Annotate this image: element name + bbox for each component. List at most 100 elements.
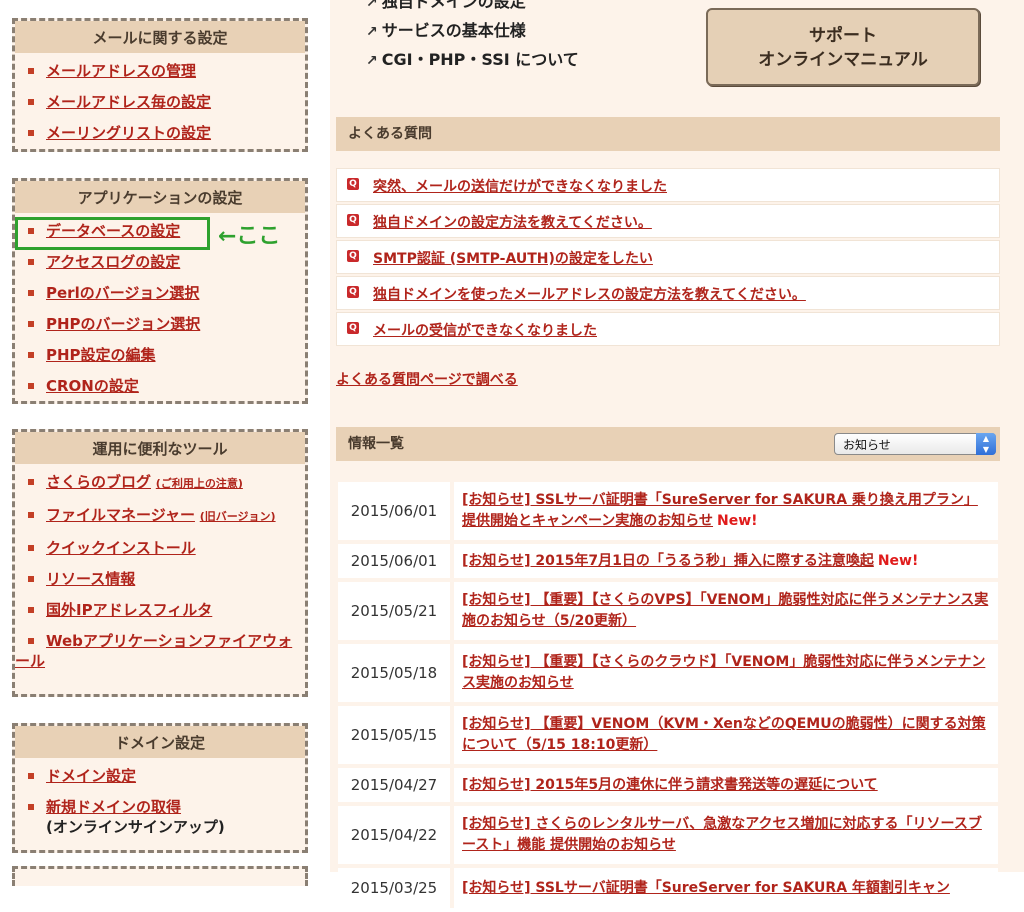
question-icon: Q [347, 214, 359, 226]
sidebar-item-waf[interactable]: Webアプリケーションファイアウォール [15, 631, 305, 671]
sidebar-link[interactable]: さくらのブログ [46, 473, 151, 491]
main-content: ↗ 独自ドメインの設定 ↗ サービスの基本仕様 ↗ CGI・PHP・SSI について … [330, 0, 1024, 908]
news-row: 2015/04/22 [お知らせ] さくらのレンタルサーバ、急激なアクセス増加に対… [338, 806, 998, 864]
sidebar: メールに関する設定 メールアドレスの管理 メールアドレス毎の設定 メーリングリス… [0, 0, 318, 886]
faq-link[interactable]: 突然、メールの送信だけができなくなりました [373, 176, 667, 196]
new-badge: New! [717, 513, 758, 529]
faq-item[interactable]: Q 独自ドメインの設定方法を教えてください。 [336, 204, 1000, 238]
news-date: 2015/06/01 [338, 482, 450, 540]
sidebar-item-mail-address-management[interactable]: メールアドレスの管理 [15, 61, 305, 81]
faq-list: Q 突然、メールの送信だけができなくなりました Q 独自ドメインの設定方法を教えてく… [336, 168, 1000, 348]
sidebar-link[interactable]: CRONの設定 [46, 377, 139, 395]
news-row: 2015/04/27 [お知らせ] 2015年5月の連休に伴う請求書発送等の遅延に… [338, 768, 998, 802]
new-domain-note: (オンラインサインアップ) [46, 818, 225, 836]
news-link[interactable]: [お知らせ] SSLサーバ証明書「SureServer for SAKURA 年… [462, 880, 950, 896]
news-table: 2015/06/01 [お知らせ] SSLサーバ証明書「SureServer fo… [338, 478, 998, 912]
news-link[interactable]: [お知らせ] 【重要】【さくらのVPS】「VENOM」脆弱性対応に伴うメンテナン… [462, 592, 988, 629]
bullet-icon [28, 290, 34, 296]
sidebar-link[interactable]: Perlのバージョン選択 [46, 284, 199, 302]
news-link[interactable]: [お知らせ] 【重要】【さくらのクラウド】「VENOM」脆弱性対応に伴うメンテナ… [462, 654, 985, 691]
sidebar-link[interactable]: PHP設定の編集 [46, 346, 156, 364]
news-link[interactable]: [お知らせ] 2015年7月1日の「うるう秒」挿入に際する注意喚起 [462, 553, 874, 569]
next-box-partial [12, 866, 308, 886]
mail-settings-box: メールに関する設定 メールアドレスの管理 メールアドレス毎の設定 メーリングリス… [12, 18, 308, 152]
sidebar-item-domain-setting[interactable]: ドメイン設定 [15, 766, 305, 786]
sidebar-link[interactable]: PHPのバージョン選択 [46, 315, 200, 333]
news-date: 2015/03/25 [338, 868, 450, 908]
news-row: 2015/06/01 [お知らせ] SSLサーバ証明書「SureServer fo… [338, 482, 998, 540]
blog-note-link[interactable]: (ご利用上の注意) [156, 473, 243, 491]
faq-item[interactable]: Q 独自ドメインを使ったメールアドレスの設定方法を教えてください。 [336, 276, 1000, 310]
question-icon: Q [347, 250, 359, 262]
filemanager-note-link[interactable]: (旧バージョン) [200, 506, 276, 524]
sidebar-item-resource[interactable]: リソース情報 [15, 569, 305, 589]
tools-box: 運用に便利なツール さくらのブログ (ご利用上の注意) ファイルマネージャー (… [12, 429, 308, 697]
sidebar-link[interactable]: メールアドレス毎の設定 [46, 93, 211, 111]
sidebar-item-new-domain[interactable]: 新規ドメインの取得 (オンラインサインアップ) [15, 797, 305, 837]
news-link[interactable]: [お知らせ] 【重要】VENOM（KVM・XenなどのQEMUの脆弱性）に関する… [462, 716, 986, 753]
faq-item[interactable]: Q 突然、メールの送信だけができなくなりました [336, 168, 1000, 202]
news-filter-select[interactable]: お知らせ ▲ ▼ [834, 433, 996, 455]
sidebar-link[interactable]: ファイルマネージャー [46, 506, 195, 524]
news-date: 2015/04/22 [338, 806, 450, 864]
domain-settings-title: ドメイン設定 [15, 726, 305, 758]
bullet-icon [28, 545, 34, 551]
sidebar-item-per-address-settings[interactable]: メールアドレス毎の設定 [15, 92, 305, 112]
bullet-icon [28, 576, 34, 582]
sidebar-item-blog[interactable]: さくらのブログ (ご利用上の注意) [15, 472, 305, 494]
sidebar-item-access-log[interactable]: アクセスログの設定 [15, 252, 305, 272]
mail-settings-title: メールに関する設定 [15, 21, 305, 53]
sidebar-link[interactable]: アクセスログの設定 [46, 253, 180, 271]
question-icon: Q [347, 178, 359, 190]
sidebar-link[interactable]: メールアドレスの管理 [46, 62, 196, 80]
faq-more-link[interactable]: よくある質問ページで調べる [336, 369, 518, 389]
app-settings-title: アプリケーションの設定 [15, 181, 305, 213]
sidebar-link[interactable]: メーリングリストの設定 [46, 124, 211, 142]
news-link[interactable]: [お知らせ] さくらのレンタルサーバ、急激なアクセス増加に対応する「リソースブー… [462, 816, 982, 853]
app-settings-box: アプリケーションの設定 データベースの設定 アクセスログの設定 Perlのバージ… [12, 178, 308, 404]
news-row: 2015/05/15 [お知らせ] 【重要】VENOM（KVM・XenなどのQEM… [338, 706, 998, 764]
news-date: 2015/04/27 [338, 768, 450, 802]
bullet-icon [28, 352, 34, 358]
top-link-label: 独自ドメインの設定 [381, 0, 526, 11]
bullet-icon [28, 383, 34, 389]
top-link-cgi[interactable]: ↗ CGI・PHP・SSI について [366, 46, 579, 75]
top-link-label: サービスの基本仕様 [381, 21, 526, 40]
faq-link[interactable]: SMTP認証 (SMTP-AUTH)の設定をしたい [373, 248, 653, 268]
faq-item[interactable]: Q メールの受信ができなくなりました [336, 312, 1000, 346]
sidebar-link[interactable]: Webアプリケーションファイアウォール [15, 632, 292, 670]
sidebar-link[interactable]: リソース情報 [46, 570, 135, 588]
news-date: 2015/05/15 [338, 706, 450, 764]
support-button-line2: オンラインマニュアル [758, 50, 928, 70]
faq-link[interactable]: 独自ドメインの設定方法を教えてください。 [373, 212, 652, 232]
bullet-icon [28, 130, 34, 136]
faq-link[interactable]: 独自ドメインを使ったメールアドレスの設定方法を教えてください。 [373, 284, 806, 304]
sidebar-item-perl-version[interactable]: Perlのバージョン選択 [15, 283, 305, 303]
sidebar-item-mailing-list[interactable]: メーリングリストの設定 [15, 123, 305, 143]
sidebar-item-ipfilter[interactable]: 国外IPアドレスフィルタ [15, 600, 305, 620]
sidebar-item-cron[interactable]: CRONの設定 [15, 376, 305, 396]
news-row: 2015/05/21 [お知らせ] 【重要】【さくらのVPS】「VENOM」脆弱性… [338, 582, 998, 640]
faq-link[interactable]: メールの受信ができなくなりました [373, 320, 597, 340]
news-table-body: 2015/06/01 [お知らせ] SSLサーバ証明書「SureServer fo… [338, 482, 998, 908]
top-link-spec[interactable]: ↗ サービスの基本仕様 [366, 17, 579, 46]
sidebar-link[interactable]: ドメイン設定 [46, 767, 136, 785]
news-date: 2015/05/18 [338, 644, 450, 702]
external-link-icon: ↗ [366, 53, 378, 69]
sidebar-link[interactable]: 国外IPアドレスフィルタ [46, 601, 212, 619]
news-title-cell: [お知らせ] さくらのレンタルサーバ、急激なアクセス増加に対応する「リソースブー… [450, 806, 998, 864]
news-title-cell: [お知らせ] 【重要】VENOM（KVM・XenなどのQEMUの脆弱性）に関する… [450, 706, 998, 764]
sidebar-item-filemanager[interactable]: ファイルマネージャー (旧バージョン) [15, 505, 305, 527]
support-manual-button[interactable]: サポート オンラインマニュアル [706, 8, 980, 86]
sidebar-item-php-version[interactable]: PHPのバージョン選択 [15, 314, 305, 334]
faq-item[interactable]: Q SMTP認証 (SMTP-AUTH)の設定をしたい [336, 240, 1000, 274]
tools-title: 運用に便利なツール [15, 432, 305, 464]
sidebar-link[interactable]: 新規ドメインの取得 [46, 798, 181, 816]
top-link-domain[interactable]: ↗ 独自ドメインの設定 [366, 0, 579, 17]
news-row: 2015/05/18 [お知らせ] 【重要】【さくらのクラウド】「VENOM」脆弱… [338, 644, 998, 702]
sidebar-item-quickinstall[interactable]: クイックインストール [15, 538, 305, 558]
sidebar-item-php-settings[interactable]: PHP設定の編集 [15, 345, 305, 365]
sidebar-link[interactable]: クイックインストール [46, 539, 196, 557]
news-link[interactable]: [お知らせ] 2015年5月の連休に伴う請求書発送等の遅延について [462, 777, 878, 793]
top-links: ↗ 独自ドメインの設定 ↗ サービスの基本仕様 ↗ CGI・PHP・SSI について [366, 0, 579, 75]
